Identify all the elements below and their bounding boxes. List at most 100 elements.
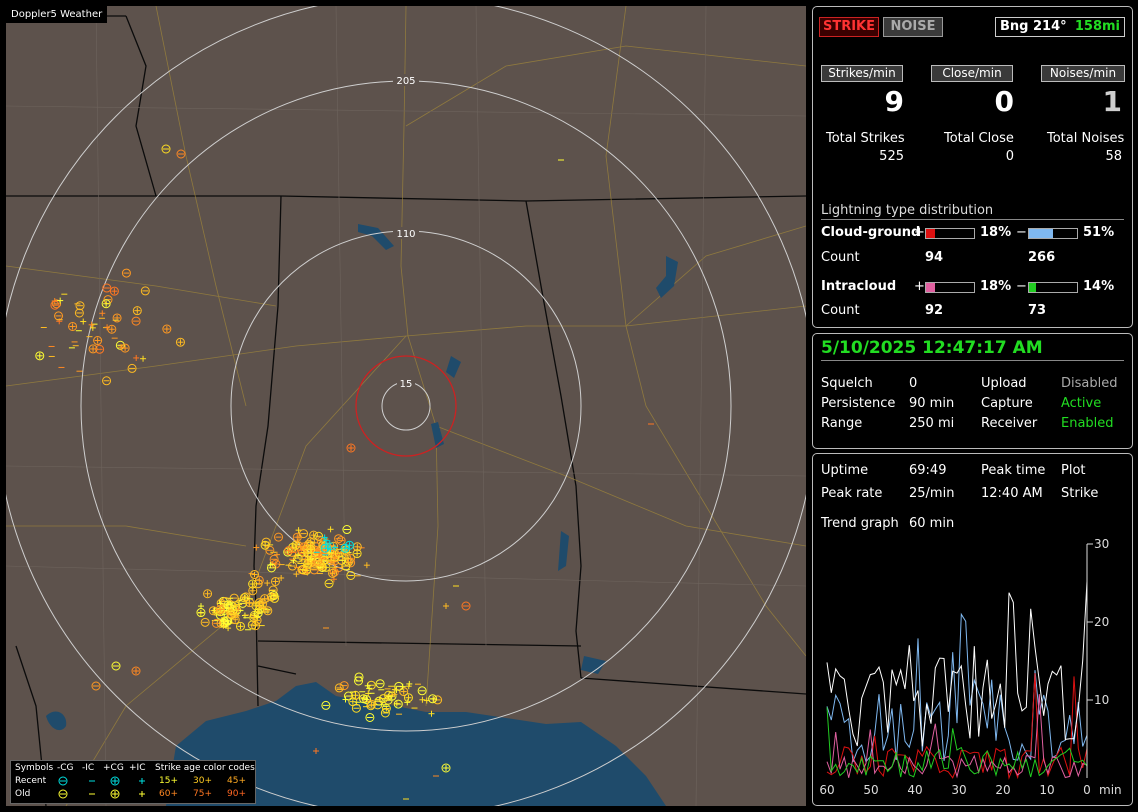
strike-marker bbox=[88, 321, 95, 328]
plot-value[interactable]: Strike bbox=[1061, 486, 1098, 501]
range-label-110: 110 bbox=[396, 229, 415, 240]
strike-marker bbox=[288, 561, 298, 571]
ic-positive-bar bbox=[925, 282, 975, 293]
cg-negative-percent: 51% bbox=[1083, 225, 1115, 240]
receiver-label: Receiver bbox=[981, 416, 1038, 431]
trend-series-line bbox=[826, 612, 1088, 763]
distribution-title: Lightning type distribution bbox=[821, 203, 994, 218]
strike-marker bbox=[270, 576, 280, 586]
strike-marker bbox=[131, 666, 141, 676]
ic-count-label: Count bbox=[821, 303, 860, 318]
total-noises-value: 58 bbox=[1105, 149, 1122, 164]
strike-marker bbox=[299, 529, 309, 539]
strike-marker bbox=[336, 536, 346, 546]
total-close-label: Total Close bbox=[944, 131, 1014, 146]
tab-strike[interactable]: STRIKE bbox=[819, 17, 879, 37]
ic-negative-bar bbox=[1028, 282, 1078, 293]
y-label-30: 30 bbox=[1094, 537, 1109, 551]
strike-marker bbox=[366, 699, 376, 709]
squelch-label: Squelch bbox=[821, 376, 873, 391]
legend-age-90: 90+ bbox=[227, 789, 246, 799]
cg-positive-bar bbox=[925, 228, 975, 239]
strike-marker bbox=[284, 546, 294, 556]
legend-age-15: 15+ bbox=[159, 776, 178, 786]
strike-marker bbox=[88, 344, 98, 354]
x-label-40: 40 bbox=[907, 783, 922, 797]
strike-marker bbox=[248, 579, 258, 589]
total-strikes-label: Total Strikes bbox=[826, 131, 905, 146]
strike-marker bbox=[245, 598, 255, 608]
noises-per-min-button[interactable]: Noises/min bbox=[1041, 65, 1125, 82]
strikes-per-min-value: 9 bbox=[884, 85, 904, 118]
legend-age-title: Strike age color codes bbox=[155, 763, 255, 773]
x-label-20: 20 bbox=[995, 783, 1010, 797]
strike-marker bbox=[346, 443, 356, 453]
strike-marker bbox=[346, 570, 356, 580]
strike-marker bbox=[102, 376, 112, 386]
squelch-value: 0 bbox=[909, 376, 918, 391]
tab-noise[interactable]: NOISE bbox=[883, 17, 943, 37]
range-label-15: 15 bbox=[400, 379, 413, 390]
strike-marker bbox=[133, 354, 140, 361]
total-strikes-value: 525 bbox=[879, 149, 904, 164]
strikes-per-min-button[interactable]: Strikes/min bbox=[821, 65, 903, 82]
range-label: Range bbox=[821, 416, 863, 431]
close-per-min-button[interactable]: Close/min bbox=[931, 65, 1013, 82]
map-title: Doppler5 Weather bbox=[6, 6, 108, 23]
strike-marker bbox=[140, 286, 150, 296]
strike-marker bbox=[354, 676, 364, 686]
lightning-map[interactable]: 205 110 15 Doppler5 Weather Symbols -CG … bbox=[6, 6, 806, 806]
cg-negative-count: 266 bbox=[1028, 250, 1056, 265]
strike-marker bbox=[324, 579, 334, 589]
upload-value: Disabled bbox=[1061, 376, 1118, 391]
strike-marker bbox=[93, 336, 103, 346]
strike-marker bbox=[176, 149, 186, 159]
ic-negative-count: 73 bbox=[1028, 303, 1047, 318]
strike-marker bbox=[120, 343, 130, 353]
range-label-205: 205 bbox=[396, 76, 415, 87]
strike-stats-panel: STRIKE NOISE Bng 214° 158mi Strikes/min … bbox=[812, 6, 1133, 328]
strike-marker bbox=[102, 283, 112, 293]
strike-marker bbox=[235, 621, 245, 631]
strike-marker bbox=[340, 543, 350, 553]
uptime-label: Uptime bbox=[821, 463, 869, 478]
strike-marker bbox=[263, 606, 273, 616]
capture-value: Active bbox=[1061, 396, 1102, 411]
x-label-60: 60 bbox=[819, 783, 834, 797]
legend-age-45: 45+ bbox=[227, 776, 246, 786]
strike-marker bbox=[269, 554, 279, 564]
strike-marker bbox=[239, 593, 249, 603]
cg-minus-sign: − bbox=[1016, 225, 1027, 240]
ic-positive-percent: 18% bbox=[980, 279, 1012, 294]
upload-label: Upload bbox=[981, 376, 1027, 391]
x-unit-label: min bbox=[1099, 783, 1122, 797]
cg-negative-bar bbox=[1028, 228, 1078, 239]
lakes bbox=[358, 224, 678, 674]
strike-marker bbox=[175, 337, 185, 347]
strike-marker bbox=[328, 568, 338, 578]
strike-marker bbox=[112, 313, 122, 323]
legend-symbols-label: Symbols bbox=[15, 763, 54, 773]
legend-symbol-icons bbox=[58, 776, 145, 799]
noises-per-min-value: 1 bbox=[1102, 85, 1122, 118]
trend-graph-value: 60 min bbox=[909, 516, 955, 531]
legend-pos-ic: +IC bbox=[129, 763, 146, 773]
persistence-label: Persistence bbox=[821, 396, 896, 411]
strike-marker bbox=[334, 683, 344, 693]
strike-marker bbox=[327, 526, 334, 533]
bearing-value: Bng 214° bbox=[1000, 19, 1067, 34]
datetime-display: 5/10/2025 12:47:17 AM bbox=[821, 338, 1043, 358]
strike-marker bbox=[35, 351, 45, 361]
strike-marker bbox=[306, 545, 316, 555]
cg-plus-sign: + bbox=[914, 225, 925, 240]
x-label-50: 50 bbox=[863, 783, 878, 797]
capture-label: Capture bbox=[981, 396, 1033, 411]
strike-marker bbox=[352, 549, 362, 559]
legend-age-30: 30+ bbox=[193, 776, 212, 786]
strike-marker bbox=[109, 286, 119, 296]
cloud-ground-label: Cloud-ground bbox=[821, 225, 921, 240]
strike-marker bbox=[375, 679, 385, 689]
strike-marker bbox=[127, 363, 137, 373]
state-borders bbox=[6, 15, 806, 806]
strike-marker bbox=[80, 318, 87, 325]
